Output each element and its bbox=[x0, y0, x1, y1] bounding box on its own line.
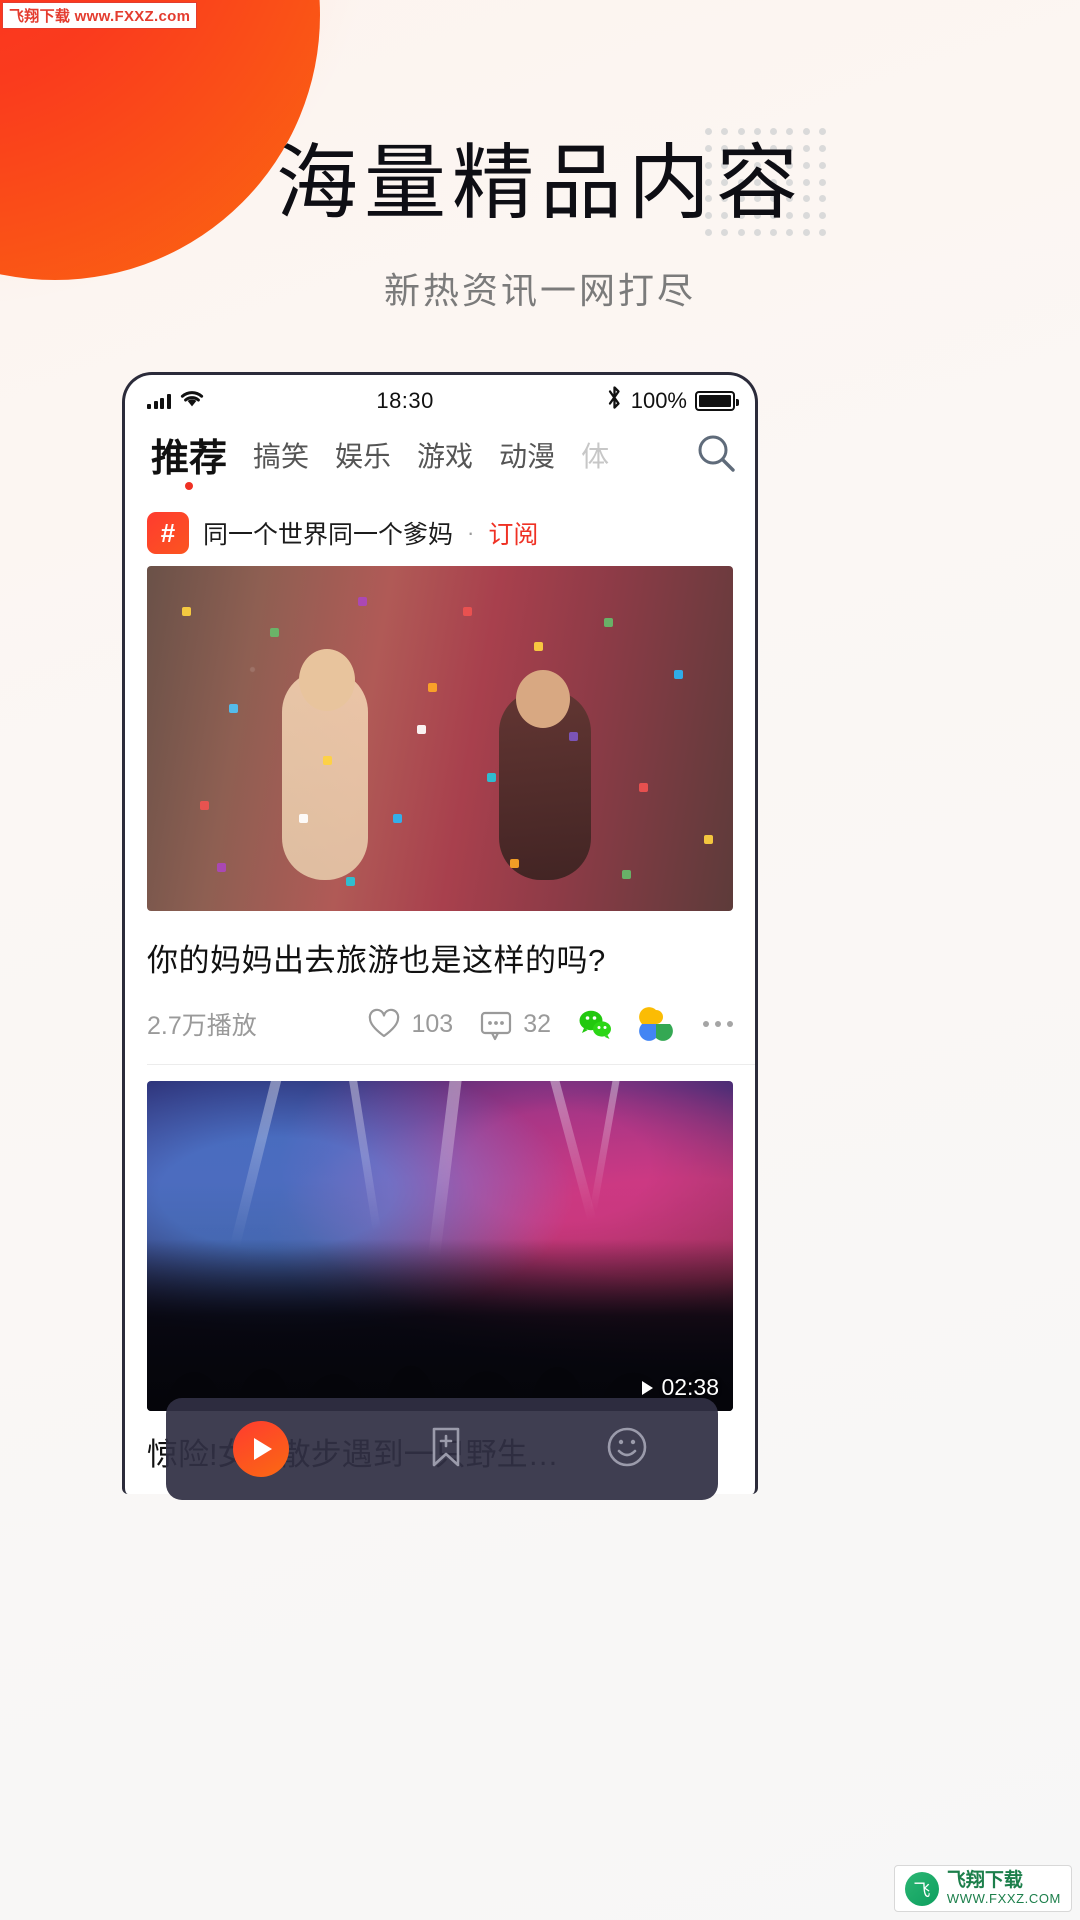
watermark-site-url: WWW.FXXZ.COM bbox=[946, 1891, 1061, 1906]
heart-icon bbox=[369, 1008, 400, 1038]
play-triangle-icon bbox=[253, 1438, 272, 1460]
smiley-icon bbox=[608, 1427, 647, 1466]
status-bar-time: 18:30 bbox=[376, 388, 434, 413]
like-button[interactable]: 103 bbox=[367, 1007, 453, 1041]
tab-recommend-label: 推荐 bbox=[151, 438, 228, 480]
tab-sports[interactable]: 体 bbox=[581, 435, 609, 481]
confetti-decoration bbox=[147, 566, 733, 911]
tab-entertainment[interactable]: 娱乐 bbox=[335, 435, 391, 481]
play-button[interactable] bbox=[232, 1421, 289, 1477]
status-bar-right: 100% bbox=[606, 385, 739, 417]
status-bar: 18:30 100% bbox=[125, 375, 755, 421]
video-duration-badge: 02:38 bbox=[642, 1374, 719, 1401]
wechat-icon[interactable] bbox=[577, 1006, 613, 1042]
emoji-button[interactable] bbox=[603, 1423, 651, 1476]
tab-games[interactable]: 游戏 bbox=[417, 435, 473, 481]
watermark-bottom: 飞 飞翔下载 WWW.FXXZ.COM bbox=[893, 1865, 1072, 1912]
video-duration-label: 02:38 bbox=[661, 1374, 719, 1400]
author-badge-icon: # bbox=[147, 512, 189, 554]
tab-active-dot bbox=[185, 482, 193, 490]
battery-full-icon bbox=[695, 391, 739, 411]
article-stats-row-1: 2.7万播放 103 32 bbox=[147, 980, 733, 1064]
feed-card-1[interactable]: # 同一个世界同一个爹妈 · 订阅 你的妈妈出去旅游也是这样的吗? 2.7万播放… bbox=[125, 498, 755, 1064]
floating-action-bar bbox=[166, 1398, 718, 1500]
search-icon[interactable] bbox=[693, 431, 739, 477]
stats-icon-group: 103 32 bbox=[367, 1006, 733, 1042]
site-logo-icon: 飞 bbox=[904, 1871, 939, 1906]
tab-anime[interactable]: 动漫 bbox=[499, 435, 555, 481]
wifi-icon bbox=[179, 388, 205, 414]
bluetooth-icon bbox=[606, 385, 623, 417]
tab-funny[interactable]: 搞笑 bbox=[253, 435, 309, 481]
play-triangle-icon bbox=[642, 1380, 654, 1395]
tab-recommend[interactable]: 推荐 bbox=[151, 427, 228, 490]
article-title-1[interactable]: 你的妈妈出去旅游也是这样的吗? bbox=[147, 911, 733, 980]
battery-percent-label: 100% bbox=[630, 388, 687, 413]
phone-mockup: 18:30 100% 推荐 搞笑 娱乐 游戏 动漫 体 # 同一个世界同一个爹妈… bbox=[122, 372, 758, 1494]
promo-headline: 海量精品内容 bbox=[275, 138, 804, 229]
like-count: 103 bbox=[411, 1009, 454, 1038]
watermark-bottom-text: 飞翔下载 WWW.FXXZ.COM bbox=[947, 1871, 1061, 1906]
separator-dot: · bbox=[467, 520, 475, 545]
signal-bars-icon bbox=[147, 393, 171, 409]
watermark-site-name: 飞翔下载 bbox=[946, 1870, 1023, 1892]
author-row[interactable]: # 同一个世界同一个爹妈 · 订阅 bbox=[147, 498, 733, 566]
comment-count: 32 bbox=[523, 1009, 551, 1038]
more-icon[interactable] bbox=[699, 1021, 733, 1027]
google-photos-icon[interactable] bbox=[639, 1007, 673, 1041]
article-thumbnail-2[interactable]: 02:38 bbox=[147, 1081, 733, 1411]
bookmark-plus-icon bbox=[432, 1427, 460, 1466]
article-feed: # 同一个世界同一个爹妈 · 订阅 你的妈妈出去旅游也是这样的吗? 2.7万播放… bbox=[125, 498, 755, 1478]
comment-icon bbox=[481, 1011, 512, 1041]
promo-subheadline: 新热资讯一网打尽 bbox=[383, 270, 696, 311]
category-tab-bar: 推荐 搞笑 娱乐 游戏 动漫 体 bbox=[125, 421, 755, 498]
watermark-top: 飞翔下载 www.FXXZ.com bbox=[2, 2, 198, 29]
article-thumbnail-1[interactable] bbox=[147, 566, 733, 911]
bookmark-add-button[interactable] bbox=[422, 1423, 470, 1476]
play-count-label: 2.7万播放 bbox=[147, 1012, 257, 1040]
subscribe-button[interactable]: 订阅 bbox=[488, 515, 538, 551]
comment-button[interactable]: 32 bbox=[479, 1007, 551, 1041]
author-name[interactable]: 同一个世界同一个爹妈 bbox=[203, 515, 453, 551]
status-bar-left bbox=[147, 388, 205, 414]
